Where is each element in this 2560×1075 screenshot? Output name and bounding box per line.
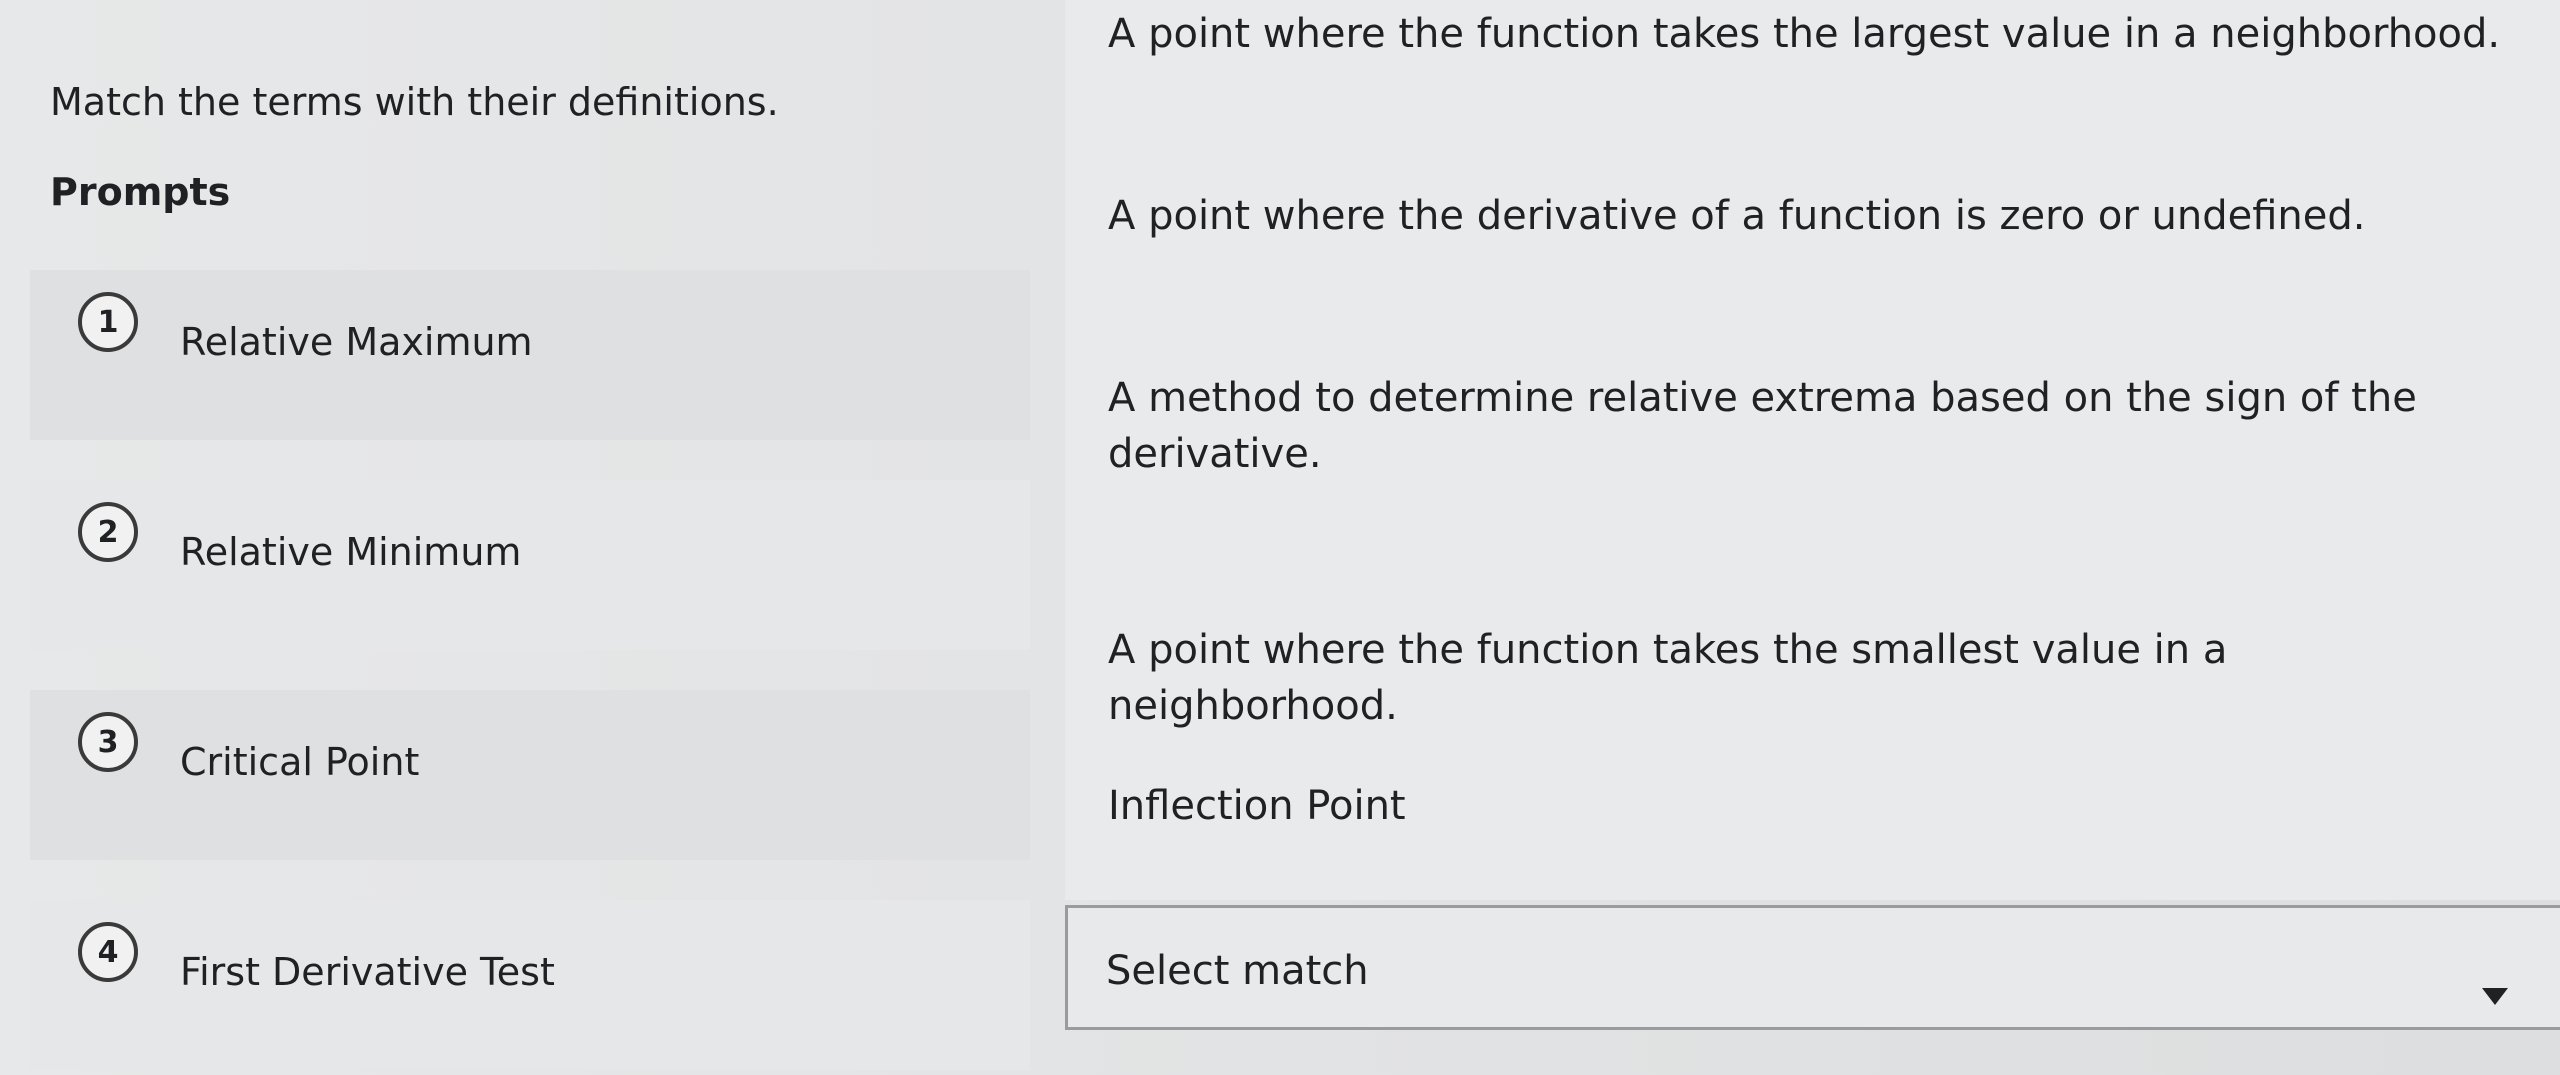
select-match-label: Select match [1106,948,1369,994]
prompt-number-badge: 4 [78,922,138,982]
prompt-item: 4 First Derivative Test [30,900,1030,1070]
select-match-dropdown[interactable]: Select match [1065,905,2560,1030]
prompt-label: Critical Point [180,740,420,784]
instructions-text: Match the terms with their definitions. [50,80,779,124]
prompt-number-badge: 2 [78,502,138,562]
prompt-label: First Derivative Test [180,950,555,994]
matching-question: Match the terms with their definitions. … [0,0,2560,1075]
prompt-label: Relative Minimum [180,530,522,574]
prompt-number-badge: 3 [78,712,138,772]
prompt-item: 1 Relative Maximum [30,270,1030,440]
caret-down-icon [2482,988,2508,1005]
answer-option[interactable]: A method to determine relative extrema b… [1108,370,2428,482]
answer-option[interactable]: A point where the function takes the lar… [1108,6,2528,62]
prompt-item: 2 Relative Minimum [30,480,1030,650]
prompts-heading: Prompts [50,170,231,214]
prompt-item: 3 Critical Point [30,690,1030,860]
prompt-number-badge: 1 [78,292,138,352]
answer-option[interactable]: A point where the derivative of a functi… [1108,188,2528,244]
prompt-label: Relative Maximum [180,320,533,364]
answer-option[interactable]: Inflection Point [1108,778,2528,834]
answer-option[interactable]: A point where the function takes the sma… [1108,622,2528,734]
